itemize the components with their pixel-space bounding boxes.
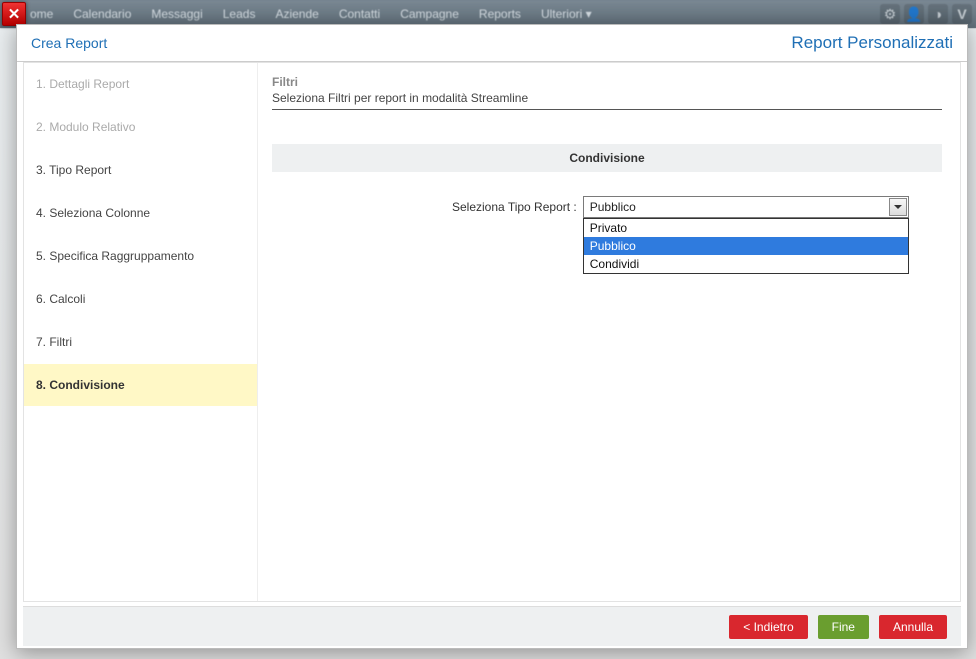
panel-subheading: Seleziona Filtri per report in modalità … bbox=[272, 91, 942, 105]
report-type-select[interactable]: Pubblico Privato Pubblico Condividi bbox=[583, 196, 909, 218]
logo-icon: ◑ bbox=[928, 4, 948, 24]
report-type-options: Privato Pubblico Condividi bbox=[583, 218, 909, 274]
step-calcoli[interactable]: 6. Calcoli bbox=[24, 278, 257, 321]
step-filtri[interactable]: 7. Filtri bbox=[24, 321, 257, 364]
brand-icon: V bbox=[952, 4, 972, 24]
option-pubblico[interactable]: Pubblico bbox=[584, 237, 908, 255]
report-type-row: Seleziona Tipo Report : Pubblico Privato… bbox=[272, 196, 942, 218]
close-icon: ✕ bbox=[8, 5, 21, 23]
finish-button[interactable]: Fine bbox=[818, 615, 869, 639]
gear-icon: ⚙ bbox=[880, 4, 900, 24]
user-icon: 👤 bbox=[904, 4, 924, 24]
step-condivisione[interactable]: 8. Condivisione bbox=[24, 364, 257, 407]
step-seleziona-colonne[interactable]: 4. Seleziona Colonne bbox=[24, 192, 257, 235]
step-specifica-raggruppamento[interactable]: 5. Specifica Raggruppamento bbox=[24, 235, 257, 278]
step-tipo-report[interactable]: 3. Tipo Report bbox=[24, 149, 257, 192]
cancel-button[interactable]: Annulla bbox=[879, 615, 947, 639]
chevron-down-icon bbox=[889, 198, 907, 216]
back-button[interactable]: < Indietro bbox=[729, 615, 807, 639]
report-type-label: Seleziona Tipo Report : bbox=[452, 200, 577, 214]
step-modulo-relativo[interactable]: 2. Modulo Relativo bbox=[24, 106, 257, 149]
modal-title: Crea Report bbox=[31, 35, 107, 51]
close-button[interactable]: ✕ bbox=[2, 2, 26, 26]
wizard-steps: 1. Dettagli Report 2. Modulo Relativo 3.… bbox=[24, 63, 258, 601]
panel-heading: Filtri bbox=[272, 75, 942, 89]
section-condivisione: Condivisione bbox=[272, 144, 942, 172]
step-dettagli-report[interactable]: 1. Dettagli Report bbox=[24, 63, 257, 106]
modal-footer: < Indietro Fine Annulla bbox=[23, 606, 961, 646]
option-privato[interactable]: Privato bbox=[584, 219, 908, 237]
panel: Filtri Seleziona Filtri per report in mo… bbox=[258, 63, 960, 601]
modal-subtitle: Report Personalizzati bbox=[791, 33, 953, 53]
create-report-modal: Crea Report Report Personalizzati 1. Det… bbox=[16, 24, 968, 649]
option-condividi[interactable]: Condividi bbox=[584, 255, 908, 273]
modal-header: Crea Report Report Personalizzati bbox=[17, 25, 967, 61]
report-type-selected-value: Pubblico bbox=[590, 200, 636, 214]
modal-body: 1. Dettagli Report 2. Modulo Relativo 3.… bbox=[17, 62, 967, 602]
